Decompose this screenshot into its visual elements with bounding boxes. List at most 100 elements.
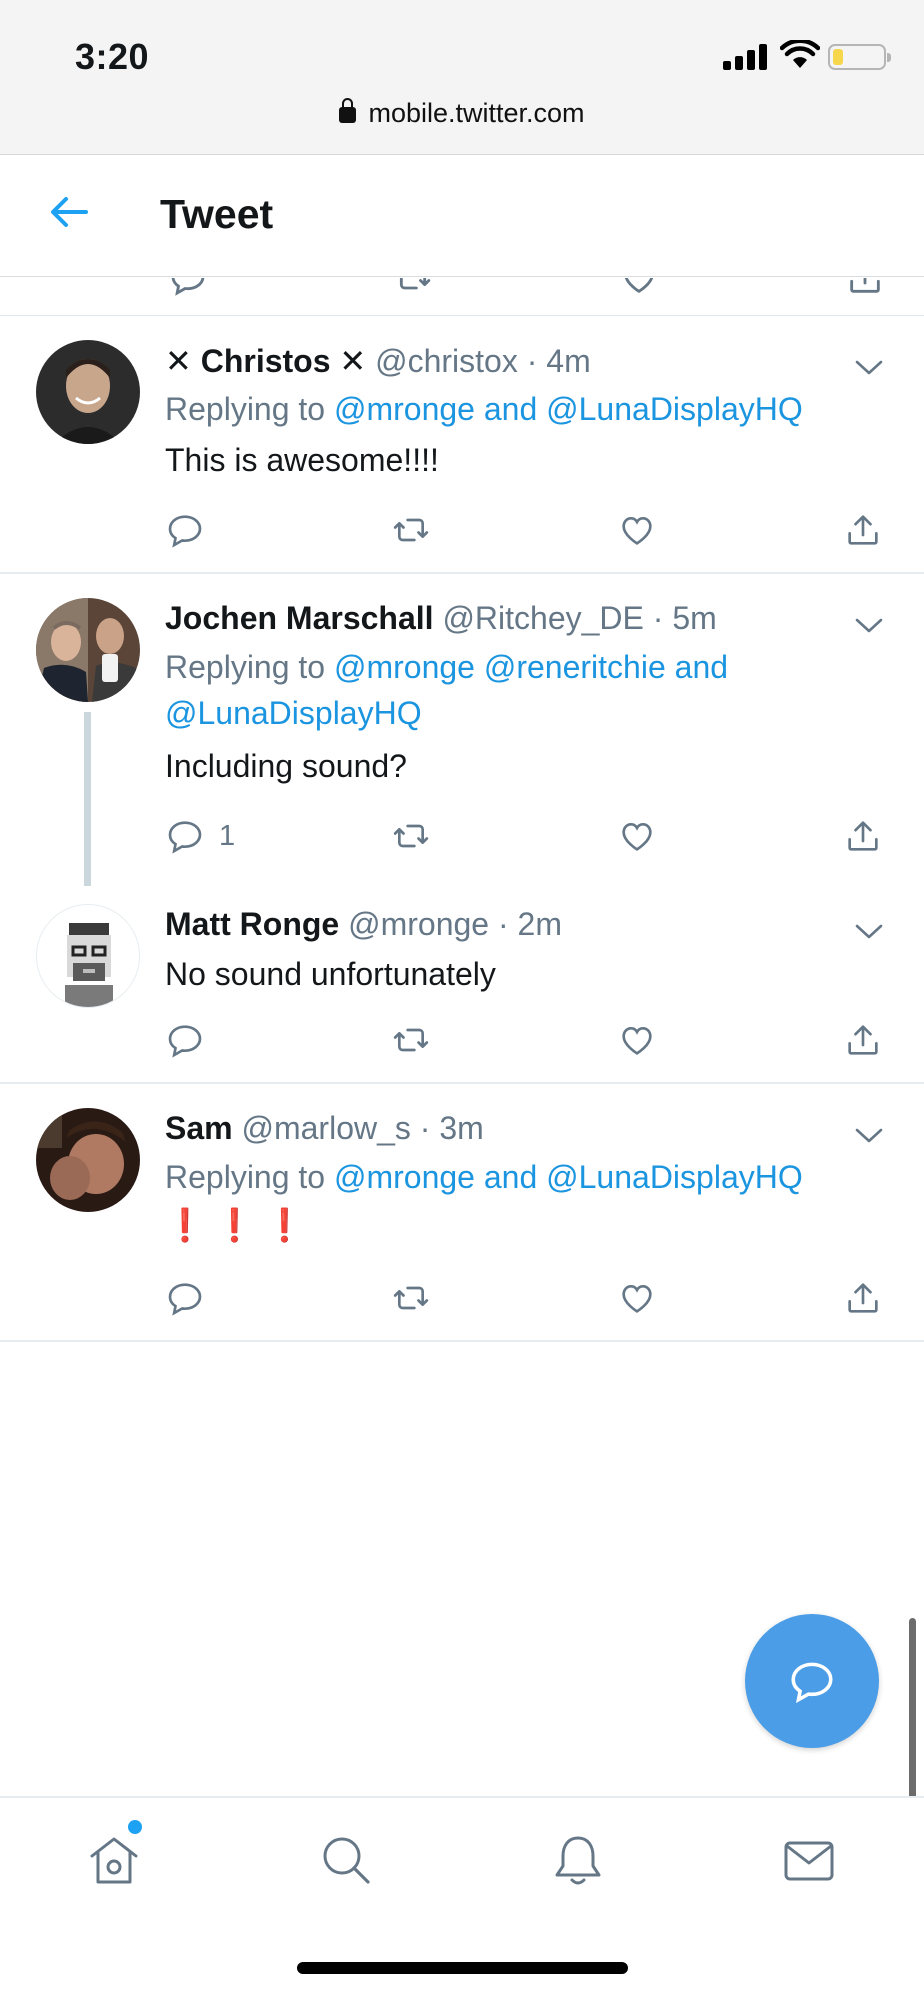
search-icon[interactable] (316, 1830, 376, 1890)
tweet-matt-ronge[interactable]: Matt Ronge @mronge · 2m No sound unfortu… (0, 886, 924, 1084)
back-arrow-icon[interactable] (46, 189, 92, 235)
like-icon[interactable] (619, 278, 659, 298)
retweet-button[interactable] (391, 1276, 431, 1320)
retweet-button[interactable] (391, 1018, 431, 1062)
replying-and: and (483, 1159, 538, 1195)
mention-link[interactable]: @mronge (334, 1159, 475, 1195)
reply-icon (168, 821, 202, 854)
scrollbar[interactable] (909, 1618, 916, 1812)
notifications-icon[interactable] (548, 1830, 608, 1890)
replying-label: Replying to (165, 1159, 326, 1195)
chevron-down-icon[interactable] (852, 356, 886, 380)
share-button[interactable] (843, 814, 883, 858)
author-name[interactable]: Christos (201, 343, 331, 379)
new-content-dot (128, 1820, 142, 1834)
retweet-icon[interactable] (393, 278, 433, 298)
like-icon (622, 1284, 652, 1313)
like-button[interactable] (617, 1276, 657, 1320)
status-time: 3:20 (75, 36, 150, 77)
page-title: Tweet (160, 191, 274, 237)
author-name[interactable]: Matt Ronge (165, 906, 339, 942)
avatar[interactable] (36, 340, 140, 444)
tweet-sam[interactable]: Sam @marlow_s · 3m Replying to @mronge a… (0, 1086, 924, 1342)
wifi-icon (780, 40, 820, 68)
avatar[interactable] (36, 904, 140, 1008)
tweet-actions (165, 508, 885, 552)
mention-link[interactable]: @reneritchie (484, 649, 666, 685)
mention-link[interactable]: @mronge (334, 649, 475, 685)
compose-reply-button[interactable] (745, 1614, 879, 1748)
share-button[interactable] (843, 1018, 883, 1062)
tweet-christos[interactable]: ✕ Christos ✕ @christox · 4m Replying to … (0, 318, 924, 574)
compose-reply-icon (791, 1662, 833, 1704)
tweet-jochen-marschall[interactable]: Jochen Marschall @Ritchey_DE · 5m Replyi… (0, 576, 924, 886)
tweet-time[interactable]: 5m (672, 600, 716, 636)
address-bar[interactable]: mobile.twitter.com (0, 98, 924, 129)
author-handle[interactable]: @mronge (348, 906, 489, 942)
tweet-header: ✕ Christos ✕ @christox · 4m (165, 342, 591, 380)
reply-count: 1 (219, 819, 236, 852)
share-icon (848, 515, 878, 545)
reply-icon (168, 1283, 202, 1316)
replying-label: Replying to (165, 391, 326, 427)
retweet-icon (393, 1286, 429, 1310)
signal-icon (723, 44, 769, 70)
separator-dot: · (497, 906, 509, 942)
retweet-icon (393, 1028, 429, 1052)
browser-top-bar: 3:20 mobile.twitter.com (0, 0, 924, 155)
like-button[interactable] (617, 1018, 657, 1062)
tweet-time[interactable]: 3m (439, 1110, 483, 1146)
mention-link[interactable]: @LunaDisplayHQ (546, 391, 803, 427)
author-name[interactable]: Jochen Marschall (165, 600, 434, 636)
messages-icon[interactable] (779, 1830, 839, 1890)
like-button[interactable] (617, 508, 657, 552)
share-button[interactable] (843, 508, 883, 552)
tweet-time[interactable]: 4m (546, 343, 590, 379)
battery-icon (828, 44, 891, 70)
mention-link[interactable]: @LunaDisplayHQ (165, 695, 422, 731)
author-handle[interactable]: @christox (375, 343, 518, 379)
tweet-time[interactable]: 2m (518, 906, 562, 942)
tweet-text: Including sound? (165, 748, 407, 784)
retweet-button[interactable] (391, 814, 431, 858)
reply-button[interactable] (165, 1276, 205, 1320)
author-handle[interactable]: @marlow_s (241, 1110, 410, 1146)
previous-tweet-actions (0, 278, 924, 316)
replying-to: Replying to @mronge and @LunaDisplayHQ (165, 386, 885, 432)
separator-dot: · (419, 1110, 431, 1146)
share-icon[interactable] (845, 278, 885, 298)
reply-button[interactable] (165, 1018, 205, 1062)
like-icon (622, 516, 652, 545)
mention-link[interactable]: @LunaDisplayHQ (546, 1159, 803, 1195)
reply-button[interactable]: 1 (165, 814, 235, 858)
author-handle[interactable]: @Ritchey_DE (442, 600, 643, 636)
share-button[interactable] (843, 1276, 883, 1320)
separator-dot: · (526, 343, 538, 379)
chevron-down-icon[interactable] (852, 920, 886, 944)
avatar[interactable] (36, 598, 140, 702)
tweet-actions: 1 (165, 814, 885, 858)
retweet-icon (393, 518, 429, 542)
thread-line (84, 712, 91, 886)
like-button[interactable] (617, 814, 657, 858)
replying-and: and (483, 391, 538, 427)
reply-button[interactable] (165, 508, 205, 552)
page-header: Tweet (0, 155, 924, 277)
retweet-button[interactable] (391, 508, 431, 552)
home-icon[interactable] (84, 1830, 144, 1890)
share-icon (848, 1025, 878, 1055)
tweet-text: ❗❗❗ (165, 1207, 315, 1243)
home-indicator (297, 1962, 628, 1974)
chevron-down-icon[interactable] (852, 614, 886, 638)
author-name[interactable]: Sam (165, 1110, 233, 1146)
lock-icon (339, 98, 357, 123)
reply-icon[interactable] (168, 278, 208, 298)
separator-dot: · (652, 600, 664, 636)
chevron-down-icon[interactable] (852, 1124, 886, 1148)
reply-icon (168, 1025, 202, 1058)
mention-link[interactable]: @mronge (334, 391, 475, 427)
tweet-actions (165, 1018, 885, 1062)
avatar[interactable] (36, 1108, 140, 1212)
reply-icon (168, 515, 202, 548)
tweet-header: Jochen Marschall @Ritchey_DE · 5m (165, 600, 717, 637)
